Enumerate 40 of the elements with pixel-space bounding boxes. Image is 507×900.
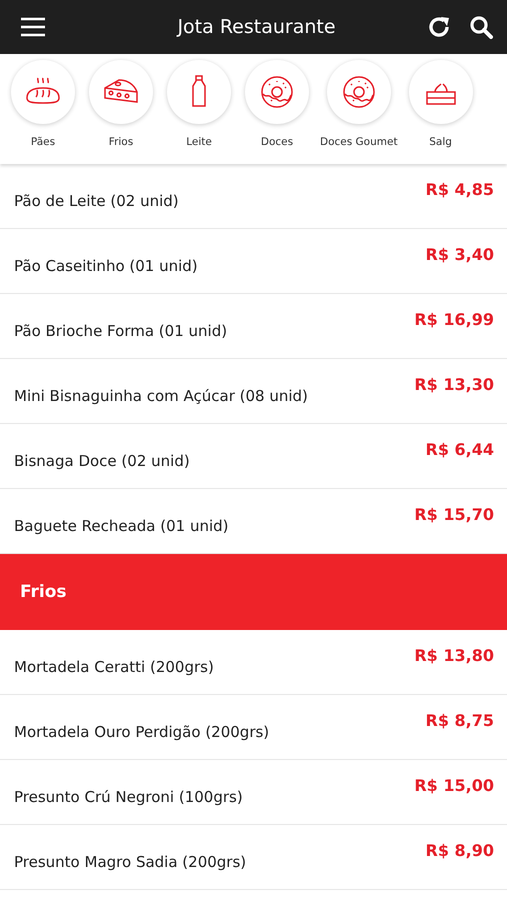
search-icon[interactable] xyxy=(469,15,493,39)
category-tab[interactable]: Frios xyxy=(86,60,156,164)
category-tab[interactable]: Leite xyxy=(164,60,234,164)
product-name: Pão Brioche Forma (01 unid) xyxy=(14,322,228,340)
product-row[interactable]: Bisnaga Doce (02 unid) R$ 6,44 xyxy=(0,424,507,489)
product-row[interactable]: Pão Caseitinho (01 unid) R$ 3,40 xyxy=(0,229,507,294)
product-price: R$ 15,00 xyxy=(414,776,494,795)
product-price: R$ 13,80 xyxy=(414,646,494,665)
product-name: Mortadela Ouro Perdigão (200grs) xyxy=(14,723,270,741)
product-price: R$ 8,90 xyxy=(426,841,494,860)
category-tab[interactable]: Doces Goumet xyxy=(320,60,398,164)
product-row[interactable]: Pão Brioche Forma (01 unid) R$ 16,99 xyxy=(0,294,507,359)
product-name: Presunto Magro Sadia (200grs) xyxy=(14,853,246,871)
product-row[interactable]: Mortadela Ceratti (200grs) R$ 13,80 xyxy=(0,630,507,695)
section-title: Frios xyxy=(20,582,67,602)
product-price: R$ 8,75 xyxy=(426,711,494,730)
product-row[interactable]: Mini Bisnaguinha com Açúcar (08 unid) R$ 13,30 xyxy=(0,359,507,424)
product-name: Presunto Crú Negroni (100grs) xyxy=(14,788,243,806)
product-price: R$ 6,44 xyxy=(426,440,494,459)
product-row[interactable]: Presunto Magro Sadia (200grs) R$ 8,90 xyxy=(0,825,507,890)
menu-icon[interactable] xyxy=(20,17,46,37)
category-tab[interactable]: Salg xyxy=(406,60,476,164)
refresh-icon[interactable] xyxy=(427,15,451,39)
product-name: Pão de Leite (02 unid) xyxy=(14,192,179,210)
app-title: Jota Restaurante xyxy=(176,16,337,38)
product-name: Mini Bisnaguinha com Açúcar (08 unid) xyxy=(14,387,308,405)
product-price: R$ 4,85 xyxy=(426,180,494,199)
product-row[interactable]: Mortadela Ouro Perdigão (200grs) R$ 8,75 xyxy=(0,695,507,760)
product-price: R$ 16,99 xyxy=(414,310,494,329)
category-tab[interactable]: Doces xyxy=(242,60,312,164)
product-row[interactable]: Presunto Crú Negroni (100grs) R$ 15,00 xyxy=(0,760,507,825)
product-name: Bisnaga Doce (02 unid) xyxy=(14,452,190,470)
product-price: R$ 3,40 xyxy=(426,245,494,264)
product-name: Pão Caseitinho (01 unid) xyxy=(14,257,198,275)
product-name: Baguete Recheada (01 unid) xyxy=(14,517,229,535)
product-name: Mortadela Ceratti (200grs) xyxy=(14,658,214,676)
product-price: R$ 13,30 xyxy=(414,375,494,394)
product-price: R$ 15,70 xyxy=(414,505,494,524)
product-row[interactable]: Pão de Leite (02 unid) R$ 4,85 xyxy=(0,164,507,229)
category-tab[interactable]: Pães xyxy=(8,60,78,164)
